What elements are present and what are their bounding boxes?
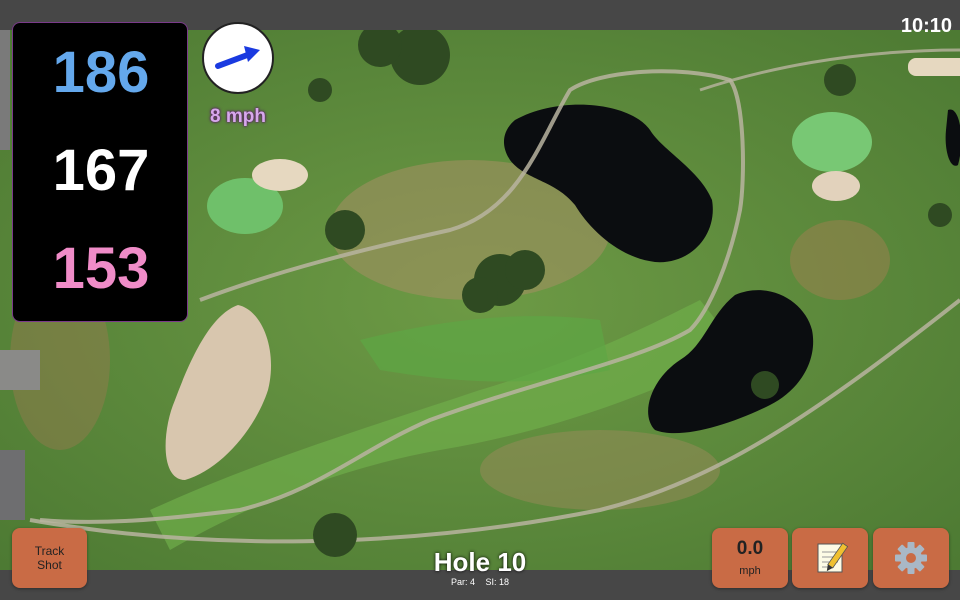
hole-stroke-index: SI: 18 bbox=[485, 577, 510, 587]
hole-info: Par: 4 SI: 18 bbox=[380, 577, 580, 587]
speed-value: 0.0 bbox=[736, 538, 764, 559]
wind-direction-dial bbox=[202, 22, 274, 94]
distance-middle: 167 bbox=[52, 138, 150, 203]
green bbox=[792, 112, 872, 172]
bunker bbox=[908, 58, 960, 76]
speed-button[interactable]: 0.0 mph bbox=[712, 528, 788, 588]
hole-title: Hole 10 bbox=[433, 547, 527, 577]
bunker bbox=[252, 159, 308, 191]
gear-icon bbox=[895, 542, 927, 574]
speed-unit: mph bbox=[739, 565, 761, 577]
wind-speed: 8 mph bbox=[210, 106, 266, 127]
track-shot-label: Track Shot bbox=[34, 544, 65, 572]
notepad-icon bbox=[817, 542, 849, 573]
building bbox=[0, 450, 25, 520]
notes-button[interactable] bbox=[792, 528, 868, 588]
bunker bbox=[812, 171, 860, 201]
hole-par: Par: 4 bbox=[450, 577, 475, 587]
building bbox=[0, 350, 40, 390]
building bbox=[0, 30, 10, 150]
dry-patch bbox=[790, 220, 890, 300]
clock: 10:10 bbox=[900, 15, 952, 37]
wind-direction-arrow-icon bbox=[215, 46, 260, 69]
distance-panel: 186 167 153 bbox=[12, 22, 188, 322]
track-shot-button[interactable]: Track Shot bbox=[12, 528, 87, 588]
distance-back: 186 bbox=[52, 40, 150, 105]
distance-front: 153 bbox=[52, 236, 150, 301]
dry-patch bbox=[480, 430, 720, 510]
settings-button[interactable] bbox=[873, 528, 949, 588]
